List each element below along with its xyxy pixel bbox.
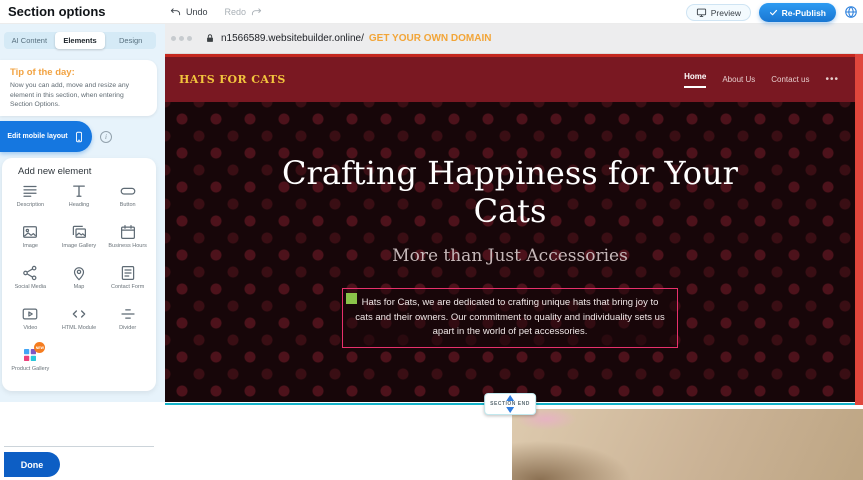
preview-button[interactable]: Preview <box>686 4 751 21</box>
business-hours-icon <box>119 223 137 241</box>
hero-subtitle[interactable]: More than Just Accessories <box>392 246 628 266</box>
element-product-gallery[interactable]: NEW Product Gallery <box>6 346 55 382</box>
website-canvas: HATS FOR CATS Home About Us Contact us •… <box>165 54 855 405</box>
panel-footer: Done <box>0 402 165 480</box>
element-map[interactable]: Map <box>55 264 104 300</box>
element-button[interactable]: Button <box>103 182 152 218</box>
section-end-handle[interactable]: SECTION END <box>484 393 536 415</box>
undo-icon[interactable] <box>170 7 181 18</box>
hero-title[interactable]: Crafting Happiness for Your Cats <box>275 154 745 231</box>
next-section[interactable] <box>165 405 863 480</box>
lock-icon <box>205 33 215 44</box>
tab-ai-content[interactable]: AI Content <box>4 32 55 49</box>
phone-icon <box>73 131 85 143</box>
element-social-media[interactable]: Social Media <box>6 264 55 300</box>
tip-of-the-day-card: Tip of the day: Now you can add, move an… <box>0 60 157 116</box>
hero-text-block[interactable]: Hats for Cats, we are dedicated to craft… <box>342 288 678 348</box>
contact-form-icon <box>119 264 137 282</box>
image-gallery-icon <box>70 223 88 241</box>
tip-title: Tip of the day: <box>10 67 147 78</box>
social-media-icon <box>21 264 39 282</box>
element-contact-form[interactable]: Contact Form <box>103 264 152 300</box>
panel-tabs: AI Content Elements Design <box>4 32 156 49</box>
page-title: Section options <box>8 0 106 24</box>
republish-button-label: Re-Publish <box>782 8 826 18</box>
nav-about-us[interactable]: About Us <box>722 75 755 84</box>
window-dots <box>171 36 192 41</box>
selection-handle[interactable] <box>346 293 357 304</box>
image-icon <box>21 223 39 241</box>
product-gallery-icon: NEW <box>21 346 39 364</box>
preview-button-label: Preview <box>711 8 741 18</box>
site-url: n1566589.websitebuilder.online/ <box>221 33 364 44</box>
element-image[interactable]: Image <box>6 223 55 259</box>
divider-icon <box>119 305 137 323</box>
element-divider[interactable]: Divider <box>103 305 152 341</box>
next-section-image[interactable] <box>512 409 863 480</box>
monitor-icon <box>696 7 707 18</box>
top-toolbar: Section options Undo Redo Preview Re-Pub… <box>0 0 863 24</box>
redo-button[interactable]: Redo <box>225 7 247 17</box>
nav-contact-us[interactable]: Contact us <box>771 75 809 84</box>
section-options-panel: AI Content Elements Design Tip of the da… <box>0 24 165 480</box>
button-icon <box>119 182 137 200</box>
tab-elements[interactable]: Elements <box>55 32 106 49</box>
tip-body: Now you can add, move and resize any ele… <box>10 81 147 110</box>
new-badge: NEW <box>34 342 45 353</box>
arrow-down-icon <box>506 407 514 413</box>
tab-design[interactable]: Design <box>105 32 156 49</box>
globe-icon[interactable] <box>844 5 858 19</box>
edit-mobile-layout-label: Edit mobile layout <box>7 133 67 140</box>
check-icon <box>769 8 778 17</box>
undo-button[interactable]: Undo <box>186 7 208 17</box>
element-description[interactable]: Description <box>6 182 55 218</box>
browser-bar: n1566589.websitebuilder.online/ GET YOUR… <box>165 24 863 54</box>
window-dot-icon <box>171 36 176 41</box>
redo-icon[interactable] <box>251 7 262 18</box>
republish-button[interactable]: Re-Publish <box>759 3 836 22</box>
site-preview-area: n1566589.websitebuilder.online/ GET YOUR… <box>165 24 863 480</box>
window-dot-icon <box>179 36 184 41</box>
map-pin-icon <box>70 264 88 282</box>
footer-divider <box>4 446 154 447</box>
undo-redo-group: Undo Redo <box>170 0 262 24</box>
element-grid: Description Heading Button <box>6 182 152 382</box>
heading-icon <box>70 182 88 200</box>
nav-home[interactable]: Home <box>684 72 706 88</box>
done-button[interactable]: Done <box>4 452 60 477</box>
element-business-hours[interactable]: Business Hours <box>103 223 152 259</box>
window-dot-icon <box>187 36 192 41</box>
site-logo[interactable]: HATS FOR CATS <box>179 73 286 86</box>
edit-mobile-layout-button[interactable]: Edit mobile layout <box>0 121 92 152</box>
hero-section[interactable]: Crafting Happiness for Your Cats More th… <box>165 102 855 402</box>
video-icon <box>21 305 39 323</box>
description-icon <box>21 182 39 200</box>
site-header: HATS FOR CATS Home About Us Contact us •… <box>165 54 855 102</box>
code-icon <box>70 305 88 323</box>
add-new-element-title: Add new element <box>18 166 152 177</box>
app-window: Section options Undo Redo Preview Re-Pub… <box>0 0 863 480</box>
site-nav: Home About Us Contact us ••• <box>684 72 839 88</box>
element-heading[interactable]: Heading <box>55 182 104 218</box>
element-video[interactable]: Video <box>6 305 55 341</box>
nav-more-icon[interactable]: ••• <box>825 74 839 85</box>
get-own-domain-link[interactable]: GET YOUR OWN DOMAIN <box>369 33 492 44</box>
add-new-element-card: Add new element Description Heading <box>2 158 156 391</box>
info-icon[interactable]: i <box>100 131 112 143</box>
element-html-module[interactable]: HTML Module <box>55 305 104 341</box>
hero-body-text: Hats for Cats, we are dedicated to craft… <box>355 297 664 337</box>
preview-scrollbar[interactable] <box>855 54 863 405</box>
element-image-gallery[interactable]: Image Gallery <box>55 223 104 259</box>
